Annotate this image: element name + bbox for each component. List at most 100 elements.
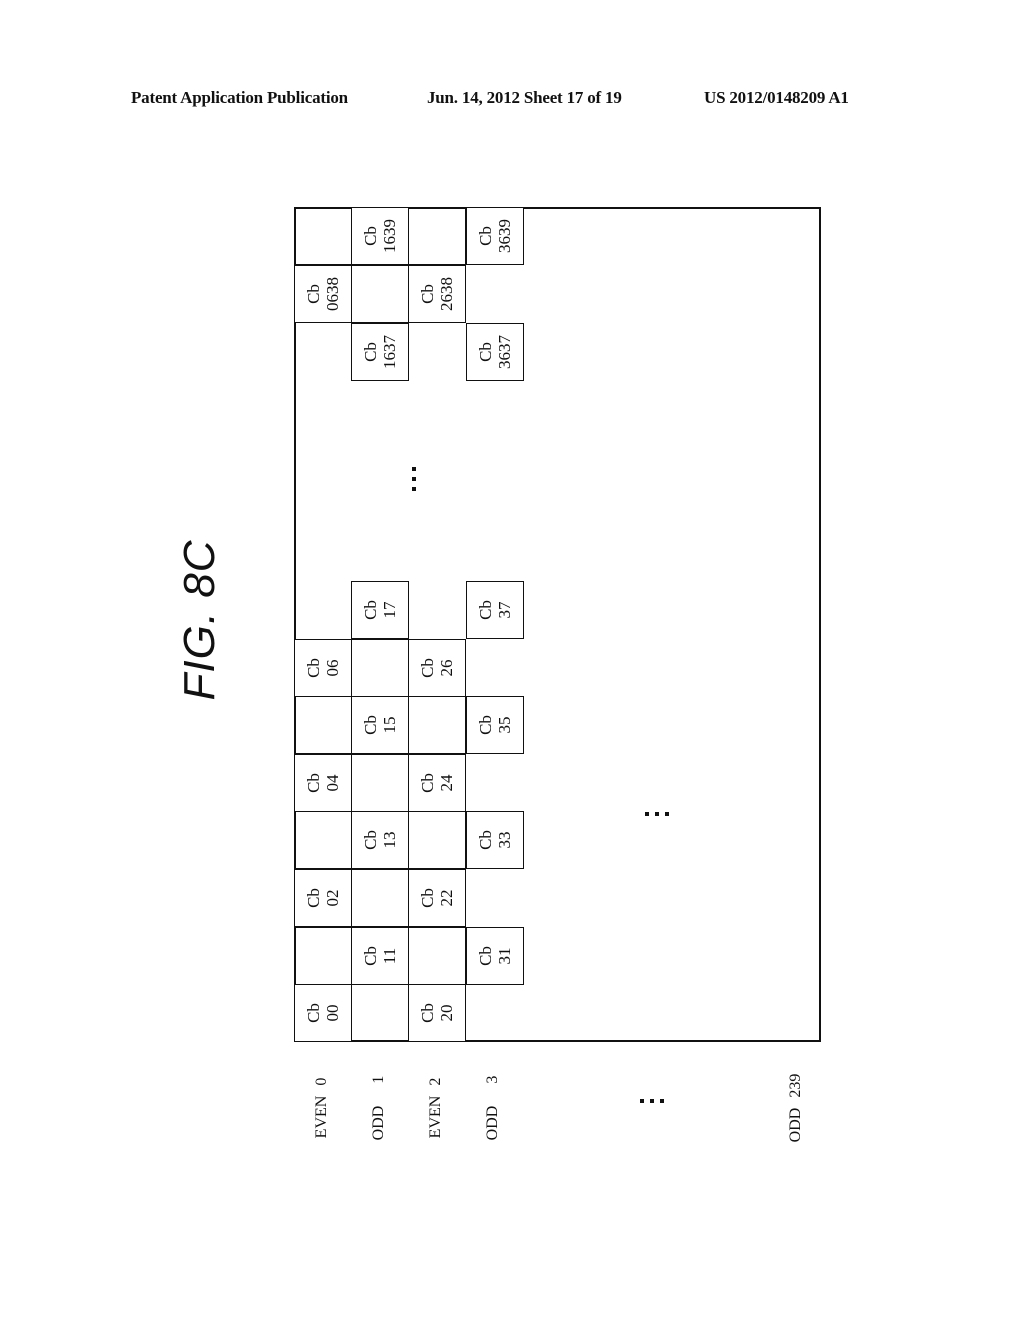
cell-empty [351, 265, 409, 323]
ellipsis-dot [412, 467, 416, 471]
cell-cb-17: Cb 17 [351, 581, 409, 639]
ellipsis-dot [650, 1099, 654, 1103]
row-label-odd-1: ODD1 [370, 1075, 387, 1141]
cell-cb-04: Cb 04 [294, 754, 352, 812]
cell-empty [294, 696, 352, 754]
cell-empty [351, 754, 409, 812]
cell-cb-2638: Cb 2638 [408, 265, 466, 323]
cell-id: 3639 [495, 219, 514, 253]
figure-title: FIG. 8C [175, 539, 224, 701]
cell-empty [294, 927, 352, 985]
cell-empty [351, 639, 409, 697]
cell-cb-02: Cb 02 [294, 869, 352, 927]
cell-label: Cb [361, 830, 380, 850]
cell-id: 22 [437, 889, 456, 907]
cell-label: Cb [476, 715, 495, 735]
cell-id: 26 [437, 659, 456, 677]
cell-id: 11 [380, 947, 399, 965]
cell-empty [294, 207, 352, 265]
cell-cb-1637: Cb 1637 [351, 323, 409, 381]
row-label-even-2: EVEN2 [427, 1077, 444, 1139]
cell-label: Cb [304, 1003, 323, 1023]
cell-id: 20 [437, 1004, 456, 1022]
cell-cb-06: Cb 06 [294, 639, 352, 697]
cell-id: 2638 [437, 277, 456, 311]
cell-empty [408, 927, 466, 985]
cell-label: Cb [418, 888, 437, 908]
cell-id: 31 [495, 947, 514, 965]
cell-label: Cb [304, 773, 323, 793]
horizontal-ellipsis [645, 812, 669, 816]
cell-empty [294, 811, 352, 869]
publication-type: Patent Application Publication [131, 88, 348, 107]
ellipsis-dot [640, 1099, 644, 1103]
cell-label: Cb [304, 658, 323, 678]
cell-cb-15: Cb 15 [351, 696, 409, 754]
publication-date-sheet: Jun. 14, 2012 Sheet 17 of 19 [427, 88, 622, 107]
cell-label: Cb [361, 600, 380, 620]
cell-id: 3637 [495, 335, 514, 369]
cell-empty [351, 984, 409, 1042]
ellipsis-dot [655, 812, 659, 816]
row-label-odd-239: ODD239 [787, 1073, 804, 1143]
cell-empty [408, 207, 466, 265]
cell-label: Cb [418, 773, 437, 793]
cell-id: 17 [380, 601, 399, 619]
ellipsis-dot [660, 1099, 664, 1103]
cell-cb-26: Cb 26 [408, 639, 466, 697]
cell-empty [351, 869, 409, 927]
cell-id: 37 [495, 601, 514, 619]
page-header: Patent Application Publication Jun. 14, … [0, 88, 1024, 118]
cell-cb-1639: Cb 1639 [351, 207, 409, 265]
cell-label: Cb [418, 1003, 437, 1023]
cell-id: 35 [495, 716, 514, 734]
cell-id: 0638 [323, 277, 342, 311]
ellipsis-dot [412, 487, 416, 491]
cell-cb-3637: Cb 3637 [466, 323, 524, 381]
cell-cb-31: Cb 31 [466, 927, 524, 985]
cell-label: Cb [476, 600, 495, 620]
cell-cb-24: Cb 24 [408, 754, 466, 812]
cell-cb-13: Cb 13 [351, 811, 409, 869]
cell-id: 24 [437, 774, 456, 792]
cell-label: Cb [476, 342, 495, 362]
cell-id: 33 [495, 831, 514, 849]
cell-cb-0638: Cb 0638 [294, 265, 352, 323]
cell-label: Cb [418, 658, 437, 678]
cell-label: Cb [361, 946, 380, 966]
cell-label: Cb [476, 226, 495, 246]
cell-label: Cb [304, 284, 323, 304]
cell-cb-37: Cb 37 [466, 581, 524, 639]
cell-cb-35: Cb 35 [466, 696, 524, 754]
cell-label: Cb [418, 284, 437, 304]
cell-id: 1637 [380, 335, 399, 369]
cell-label: Cb [476, 946, 495, 966]
row-label-even-0: EVEN0 [313, 1077, 330, 1139]
cell-id: 1639 [380, 219, 399, 253]
ellipsis-dot [665, 812, 669, 816]
publication-number: US 2012/0148209 A1 [704, 88, 849, 107]
cell-label: Cb [476, 830, 495, 850]
cell-empty [408, 811, 466, 869]
cell-cb-3639: Cb 3639 [466, 207, 524, 265]
cell-id: 02 [323, 889, 342, 907]
cell-label: Cb [361, 226, 380, 246]
cell-label: Cb [361, 342, 380, 362]
cell-id: 04 [323, 774, 342, 792]
ellipsis-dot [412, 477, 416, 481]
cell-id: 00 [323, 1004, 342, 1022]
cell-id: 15 [380, 716, 399, 734]
cell-cb-22: Cb 22 [408, 869, 466, 927]
cell-empty [408, 696, 466, 754]
ellipsis-dot [645, 812, 649, 816]
cell-label: Cb [304, 888, 323, 908]
vertical-ellipsis [412, 467, 416, 491]
row-label-odd-3: ODD3 [484, 1075, 501, 1141]
cell-cb-00: Cb 00 [294, 984, 352, 1042]
cell-id: 13 [380, 831, 399, 849]
cell-cb-20: Cb 20 [408, 984, 466, 1042]
cell-cb-33: Cb 33 [466, 811, 524, 869]
row-label-ellipsis [640, 1099, 664, 1103]
cell-cb-11: Cb 11 [351, 927, 409, 985]
cell-label: Cb [361, 715, 380, 735]
